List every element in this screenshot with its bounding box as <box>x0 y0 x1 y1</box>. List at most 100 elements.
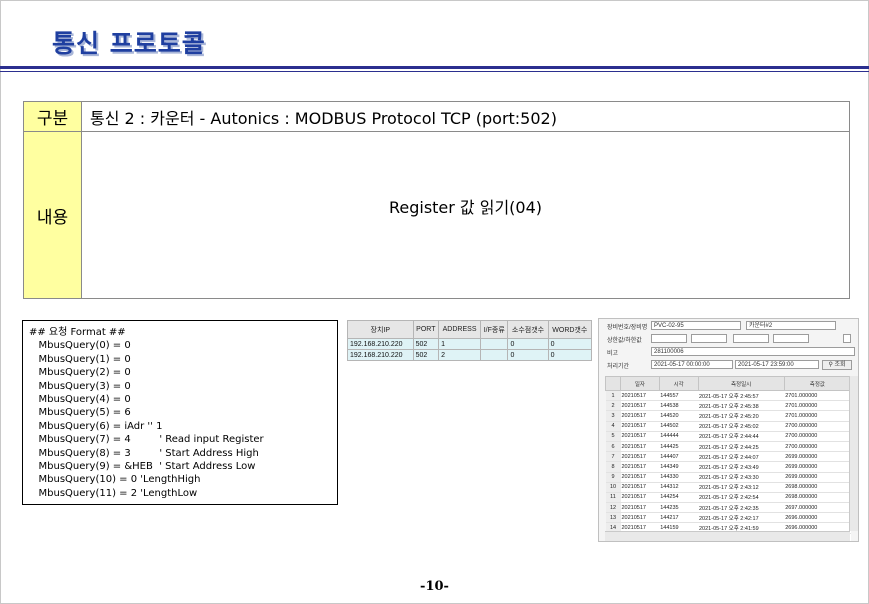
table-row[interactable]: 192.168.210.220 502 2 0 0 <box>347 349 593 361</box>
column-header[interactable]: 시각 <box>658 376 699 391</box>
table-cell[interactable]: 502 <box>412 338 440 350</box>
table-cell[interactable]: 0 <box>547 349 593 361</box>
column-header[interactable]: 측정값 <box>783 376 852 391</box>
table-cell[interactable]: 0 <box>547 338 593 350</box>
column-header[interactable]: 소수점갯수 <box>507 320 549 339</box>
table-row[interactable]: 9 20210517 144330 2021-05-17 오후 2:43:30 2699… <box>605 472 851 483</box>
table-cell[interactable]: 20210517 <box>620 451 660 463</box>
table-row[interactable]: 12 20210517 144235 2021-05-17 오후 2:42:35 269… <box>605 502 851 514</box>
table-cell[interactable]: 2701.000000 <box>784 410 851 422</box>
row-number[interactable]: 12 <box>605 502 621 514</box>
row-number[interactable]: 6 <box>605 441 621 453</box>
column-header[interactable]: 장치IP <box>347 320 414 339</box>
row-number[interactable]: 10 <box>605 482 621 493</box>
table-cell[interactable]: 0 <box>507 349 549 361</box>
vertical-scrollbar[interactable] <box>849 376 858 531</box>
table-cell[interactable]: 2699.000000 <box>784 451 851 463</box>
table-cell[interactable]: 144444 <box>659 431 698 442</box>
table-cell[interactable]: 20210517 <box>620 431 660 442</box>
lower-limit-field[interactable] <box>733 334 769 343</box>
table-cell[interactable]: 2021-05-17 오후 2:43:30 <box>698 472 785 483</box>
table-cell[interactable]: 2 <box>438 349 482 361</box>
column-header[interactable]: 측정일시 <box>697 376 785 391</box>
row-number[interactable]: 9 <box>605 472 621 483</box>
table-row[interactable]: 5 20210517 144444 2021-05-17 오후 2:44:44 2700… <box>605 431 851 442</box>
table-cell[interactable]: 2698.000000 <box>784 492 851 504</box>
table-cell[interactable]: 20210517 <box>620 482 660 493</box>
table-cell[interactable]: 144312 <box>659 482 698 493</box>
table-cell[interactable]: 2698.000000 <box>784 482 851 493</box>
row-number[interactable]: 3 <box>605 410 621 422</box>
table-cell[interactable]: 20210517 <box>620 441 660 453</box>
table-row[interactable]: 4 20210517 144502 2021-05-17 오후 2:45:02 2700… <box>605 421 851 432</box>
table-cell[interactable]: 2021-05-17 오후 2:45:57 <box>698 390 785 402</box>
period-to-field[interactable]: 2021-05-17 23:59:00 <box>735 360 819 369</box>
column-header[interactable]: ADDRESS <box>438 320 482 339</box>
column-header[interactable]: WORD갯수 <box>547 320 593 339</box>
table-cell[interactable]: 144407 <box>659 451 698 463</box>
table-row[interactable]: 192.168.210.220 502 1 0 0 <box>347 338 593 350</box>
table-cell[interactable]: 502 <box>412 349 440 361</box>
row-number[interactable]: 4 <box>605 421 621 432</box>
table-cell[interactable]: 2699.000000 <box>784 472 851 483</box>
table-cell[interactable]: 20210517 <box>620 390 660 402</box>
table-row[interactable]: 7 20210517 144407 2021-05-17 오후 2:44:07 2699… <box>605 451 851 463</box>
row-number[interactable]: 7 <box>605 451 621 463</box>
table-cell[interactable]: 144217 <box>659 512 698 524</box>
table-cell[interactable]: 144235 <box>659 502 698 514</box>
table-cell[interactable]: 144502 <box>659 421 698 432</box>
limit-checkbox[interactable] <box>843 334 851 343</box>
table-cell[interactable]: 2701.000000 <box>784 390 851 402</box>
table-cell[interactable]: 2021-05-17 오후 2:42:35 <box>698 502 785 514</box>
table-cell[interactable]: 20210517 <box>620 410 660 422</box>
table-cell[interactable]: 2701.000000 <box>784 400 851 412</box>
table-row[interactable]: 2 20210517 144538 2021-05-17 오후 2:45:38 2701… <box>605 400 851 412</box>
column-header[interactable]: I/F종류 <box>480 320 509 339</box>
table-cell[interactable]: 144557 <box>659 390 698 402</box>
table-cell[interactable]: 2700.000000 <box>784 421 851 432</box>
table-cell[interactable]: 144349 <box>659 461 698 473</box>
table-cell[interactable]: 2696.000000 <box>784 512 851 524</box>
lower-limit-field-2[interactable] <box>773 334 809 343</box>
column-header[interactable]: 일자 <box>620 376 660 391</box>
table-cell[interactable]: 2021-05-17 오후 2:44:44 <box>698 431 785 442</box>
table-cell[interactable]: 144330 <box>659 472 698 483</box>
table-cell[interactable]: 144538 <box>659 400 698 412</box>
row-number[interactable]: 1 <box>605 390 621 402</box>
table-cell[interactable]: 2021-05-17 오후 2:45:20 <box>698 410 785 422</box>
table-row[interactable]: 8 20210517 144349 2021-05-17 오후 2:43:49 2699… <box>605 461 851 473</box>
table-cell[interactable]: 2021-05-17 오후 2:42:54 <box>698 492 785 504</box>
table-cell[interactable]: 20210517 <box>620 461 660 473</box>
table-row[interactable]: 13 20210517 144217 2021-05-17 오후 2:42:17 269… <box>605 512 851 524</box>
row-number[interactable]: 2 <box>605 400 621 412</box>
table-row[interactable]: 10 20210517 144312 2021-05-17 오후 2:43:12 269… <box>605 482 851 493</box>
equip-number-field[interactable]: PVC-02-95 <box>651 321 741 330</box>
table-cell[interactable]: 2697.000000 <box>784 502 851 514</box>
horizontal-scrollbar[interactable] <box>605 531 850 541</box>
table-cell[interactable]: 144425 <box>659 441 698 453</box>
row-number[interactable]: 8 <box>605 461 621 473</box>
table-cell[interactable] <box>480 338 509 350</box>
table-cell[interactable]: 1 <box>438 338 482 350</box>
column-header[interactable] <box>605 376 621 391</box>
table-cell[interactable]: 2021-05-17 오후 2:42:17 <box>698 512 785 524</box>
table-cell[interactable]: 20210517 <box>620 421 660 432</box>
row-number[interactable]: 5 <box>605 431 621 442</box>
table-cell[interactable]: 2021-05-17 오후 2:45:02 <box>698 421 785 432</box>
table-cell[interactable]: 2700.000000 <box>784 431 851 442</box>
table-row[interactable]: 3 20210517 144520 2021-05-17 오후 2:45:20 2701… <box>605 410 851 422</box>
table-cell[interactable]: 144520 <box>659 410 698 422</box>
column-header[interactable]: PORT <box>412 320 440 339</box>
table-cell[interactable]: 20210517 <box>620 502 660 514</box>
table-cell[interactable]: 2021-05-17 오후 2:44:07 <box>698 451 785 463</box>
upper-limit-field[interactable] <box>651 334 687 343</box>
note-field[interactable]: 281100006 <box>651 347 855 356</box>
table-cell[interactable] <box>480 349 509 361</box>
table-cell[interactable]: 192.168.210.220 <box>347 338 414 350</box>
row-number[interactable]: 13 <box>605 512 621 524</box>
equip-name-field[interactable]: 카운터#2 <box>746 321 836 330</box>
table-cell[interactable]: 2700.000000 <box>784 441 851 453</box>
table-cell[interactable]: 20210517 <box>620 472 660 483</box>
table-cell[interactable]: 2021-05-17 오후 2:44:25 <box>698 441 785 453</box>
search-button[interactable]: ⚲ 조회 <box>822 360 852 370</box>
